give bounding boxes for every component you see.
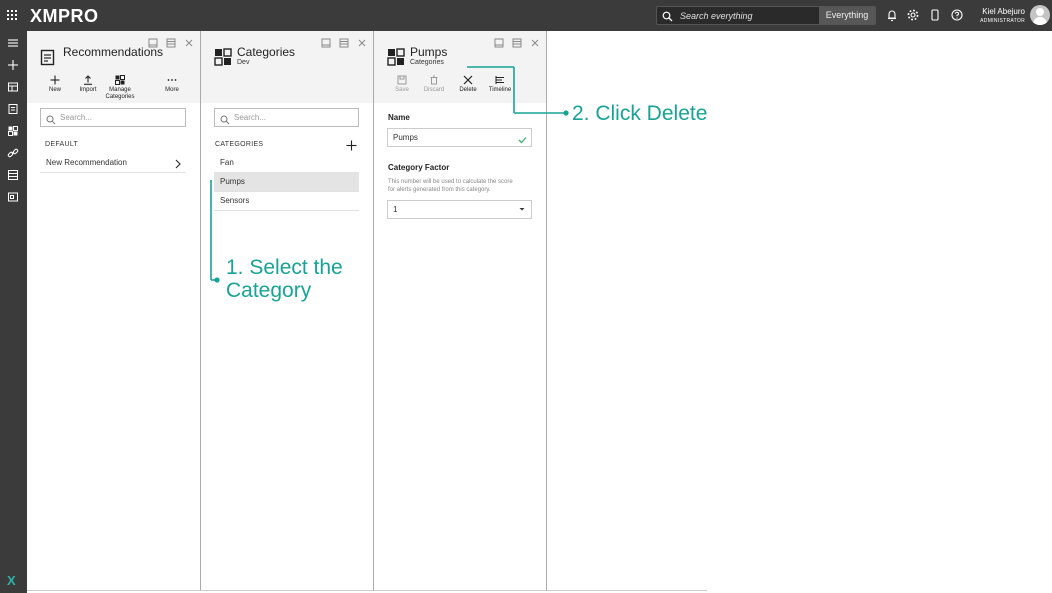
step-1-annotation: 1. Select the Category	[226, 256, 343, 302]
step-2-annotation: 2. Click Delete	[572, 102, 708, 125]
annotation-callouts	[210, 66, 569, 283]
divider	[27, 590, 707, 591]
